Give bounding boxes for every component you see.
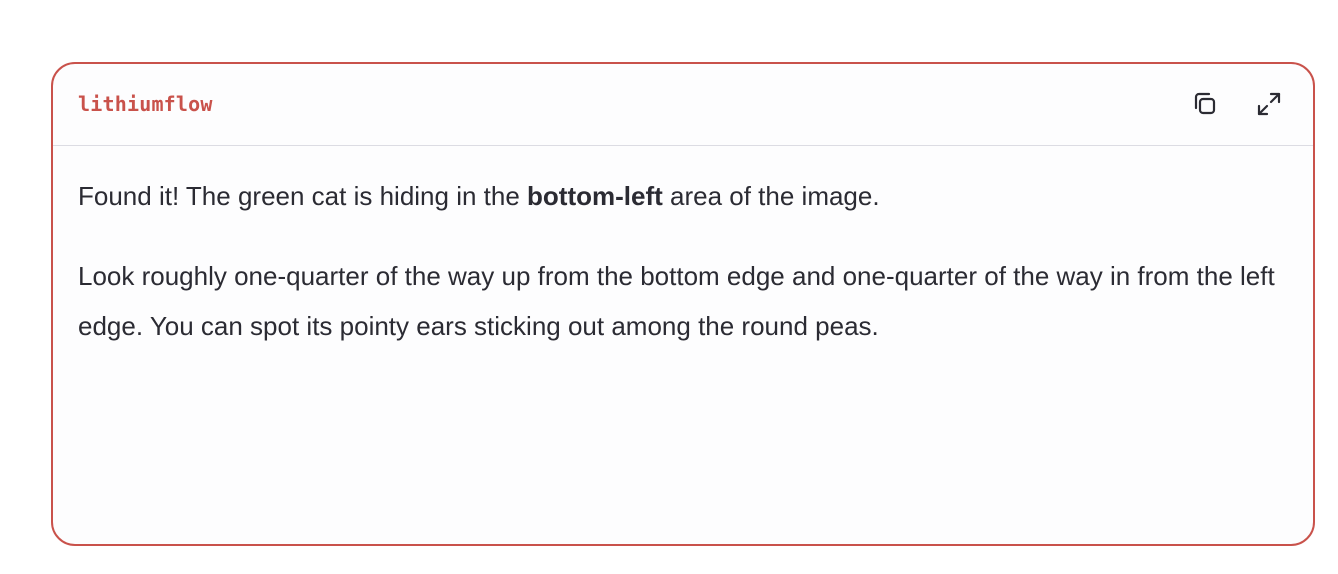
model-name: lithiumflow <box>78 92 213 116</box>
response-paragraph: Found it! The green cat is hiding in the… <box>78 171 1283 221</box>
copy-icon <box>1194 92 1216 115</box>
response-paragraph: Look roughly one-quarter of the way up f… <box>78 261 1275 341</box>
copy-button[interactable] <box>1187 86 1223 122</box>
card-header: lithiumflow <box>53 64 1313 146</box>
response-text: Found it! The green cat is hiding in the <box>78 181 528 211</box>
expand-icon <box>1257 92 1281 116</box>
response-body: Found it! The green cat is hiding in the… <box>78 146 1283 351</box>
response-card: lithiumflow Found it! The green cat is h… <box>51 62 1315 546</box>
response-bold-text: bottom-left <box>527 181 663 211</box>
expand-button[interactable] <box>1251 86 1287 122</box>
response-text: area of the image. <box>662 181 880 211</box>
